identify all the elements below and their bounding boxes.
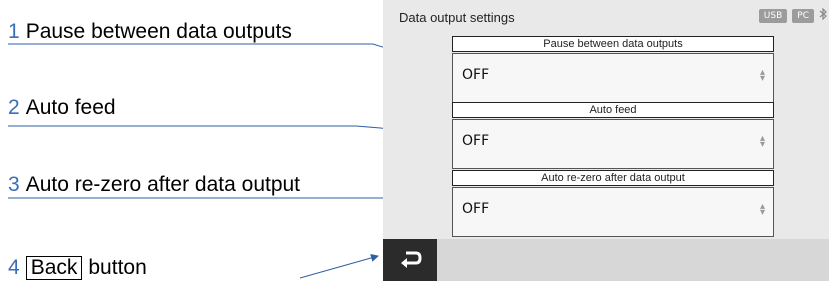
pc-status-badge: PC bbox=[792, 8, 814, 23]
spinner-arrows-icon: ▴ ▾ bbox=[759, 133, 765, 150]
usb-status-badge: USB bbox=[758, 8, 788, 23]
annotation-number: 3 bbox=[8, 173, 20, 196]
annotation-text: button bbox=[88, 256, 147, 279]
setting-value: OFF bbox=[462, 201, 490, 217]
setting-label: Auto feed bbox=[452, 102, 774, 118]
bluetooth-icon bbox=[819, 7, 827, 23]
annotation-3: 3 Auto re-zero after data output bbox=[8, 173, 300, 197]
setting-pause-between-outputs: Pause between data outputs OFF ▴ ▾ bbox=[452, 36, 774, 103]
setting-value: OFF bbox=[462, 133, 490, 149]
screen-title: Data output settings bbox=[399, 10, 515, 25]
setting-label: Auto re-zero after data output bbox=[452, 170, 774, 186]
setting-auto-rezero: Auto re-zero after data output OFF ▴ ▾ bbox=[452, 170, 774, 237]
auto-rezero-select[interactable]: OFF ▴ ▾ bbox=[452, 187, 774, 237]
spinner-arrows-icon: ▴ ▾ bbox=[759, 201, 765, 218]
back-button[interactable] bbox=[383, 239, 437, 281]
annotation-text: Auto re-zero after data output bbox=[25, 173, 301, 196]
back-arrow-icon bbox=[401, 251, 422, 268]
setting-auto-feed: Auto feed OFF ▴ ▾ bbox=[452, 102, 774, 169]
pause-between-outputs-select[interactable]: OFF ▴ ▾ bbox=[452, 53, 774, 103]
annotation-number: 1 bbox=[8, 20, 20, 43]
auto-feed-select[interactable]: OFF ▴ ▾ bbox=[452, 119, 774, 169]
annotation-4: 4 Back button bbox=[8, 256, 147, 280]
setting-value: OFF bbox=[462, 67, 490, 83]
annotation-boxed-label: Back bbox=[25, 256, 83, 280]
setting-label: Pause between data outputs bbox=[452, 36, 774, 52]
spinner-arrows-icon: ▴ ▾ bbox=[759, 67, 765, 84]
annotation-number: 2 bbox=[8, 96, 20, 119]
device-screen: Data output settings USB PC Pause betwee… bbox=[383, 0, 829, 281]
annotation-number: 4 bbox=[8, 256, 20, 279]
footer-bar bbox=[383, 239, 829, 281]
annotation-text: Pause between data outputs bbox=[25, 20, 292, 43]
annotation-1: 1 Pause between data outputs bbox=[8, 20, 292, 44]
annotation-text: Auto feed bbox=[25, 96, 116, 119]
annotation-2: 2 Auto feed bbox=[8, 96, 116, 120]
status-bar: USB PC bbox=[758, 7, 829, 23]
